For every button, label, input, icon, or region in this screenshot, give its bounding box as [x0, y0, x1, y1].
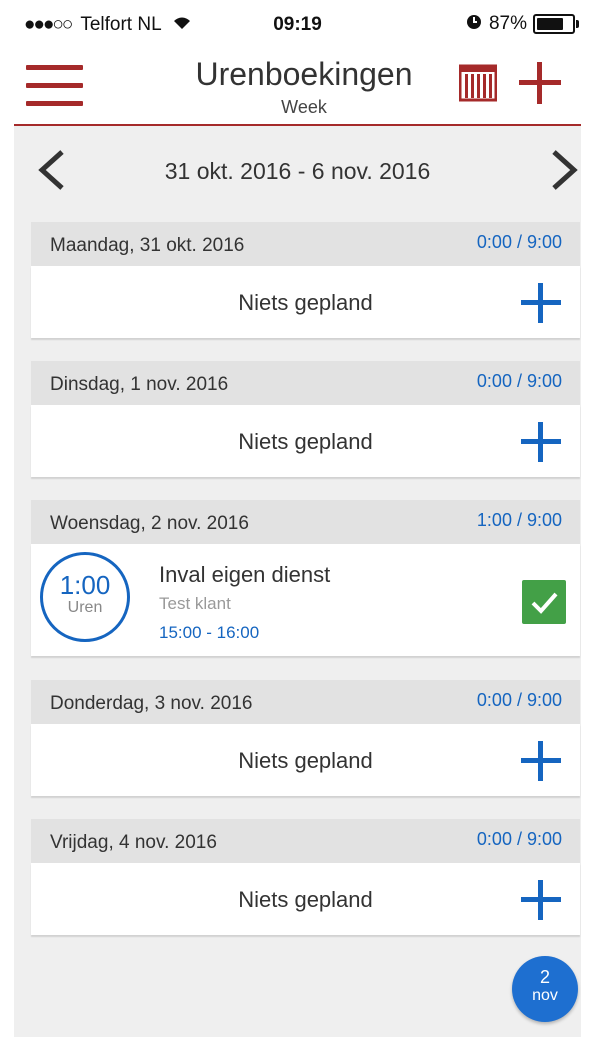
entry-time-range: 15:00 - 16:00 [159, 623, 260, 642]
today-month: nov [532, 987, 558, 1004]
plus-icon [521, 283, 561, 323]
status-bar: ●●●○○ Telfort NL 09:19 87% [14, 0, 581, 48]
day-label: Dinsdag, 1 nov. 2016 [50, 374, 229, 395]
plus-icon [521, 880, 561, 920]
day-header: Donderdag, 3 nov. 2016 0:00 / 9:00 [31, 680, 580, 724]
day-header: Maandag, 31 okt. 2016 0:00 / 9:00 [31, 222, 580, 266]
entry-title: Inval eigen dienst [159, 562, 331, 587]
checkmark-icon [531, 592, 558, 614]
next-week-button[interactable] [544, 148, 581, 192]
plus-icon [521, 741, 561, 781]
day-card-friday: Vrijdag, 4 nov. 2016 0:00 / 9:00 Niets g… [31, 819, 580, 935]
chevron-left-icon [38, 150, 64, 190]
day-header: Woensdag, 2 nov. 2016 1:00 / 9:00 [31, 500, 580, 544]
day-hours: 0:00 / 9:00 [476, 829, 562, 849]
day-header: Dinsdag, 1 nov. 2016 0:00 / 9:00 [31, 361, 580, 405]
day-hours: 0:00 / 9:00 [476, 232, 562, 252]
menu-icon-bar [26, 65, 83, 70]
today-day: 2 [539, 967, 550, 987]
empty-text: Niets gepland [238, 748, 373, 773]
today-button[interactable]: 2 nov [512, 956, 578, 1022]
app-screen: ●●●○○ Telfort NL 09:19 87% Urenboekingen… [14, 0, 581, 1037]
app-header: ●●●○○ Telfort NL 09:19 87% Urenboekingen… [14, 0, 581, 126]
menu-icon-bar [26, 101, 83, 106]
chevron-right-icon [552, 150, 578, 190]
empty-text: Niets gepland [238, 429, 373, 454]
add-entry-button[interactable] [520, 740, 562, 782]
approved-checkbox[interactable] [522, 580, 566, 624]
entry-client: Test klant [159, 594, 231, 613]
day-label: Woensdag, 2 nov. 2016 [50, 513, 249, 534]
day-label: Vrijdag, 4 nov. 2016 [50, 832, 217, 853]
duration-value: 1:00 [59, 570, 111, 600]
battery-percent: 87% [488, 12, 527, 34]
add-entry-button[interactable] [520, 421, 562, 463]
menu-icon-bar [26, 83, 83, 88]
booking-entry[interactable]: 1:00 Uren Inval eigen dienst Test klant … [31, 544, 580, 656]
add-entry-button[interactable] [520, 879, 562, 921]
day-empty-slot: Niets gepland [31, 405, 580, 477]
week-navigation: 31 okt. 2016 - 6 nov. 2016 [14, 140, 581, 200]
battery-icon [533, 13, 579, 34]
empty-text: Niets gepland [238, 887, 373, 912]
page-subtitle: Week [281, 97, 327, 117]
plus-icon [521, 422, 561, 462]
day-label: Maandag, 31 okt. 2016 [50, 235, 245, 256]
previous-week-button[interactable] [32, 148, 72, 192]
day-hours: 1:00 / 9:00 [476, 510, 562, 530]
day-card-monday: Maandag, 31 okt. 2016 0:00 / 9:00 Niets … [31, 222, 580, 338]
day-hours: 0:00 / 9:00 [476, 371, 562, 391]
alarm-icon [465, 12, 483, 35]
calendar-icon [458, 64, 498, 102]
week-range: 31 okt. 2016 - 6 nov. 2016 [164, 158, 431, 184]
day-card-wednesday: Woensdag, 2 nov. 2016 1:00 / 9:00 1:00 U… [31, 500, 580, 656]
empty-text: Niets gepland [238, 290, 373, 315]
day-empty-slot: Niets gepland [31, 724, 580, 796]
day-label: Donderdag, 3 nov. 2016 [50, 693, 253, 714]
duration-circle: 1:00 Uren [40, 552, 130, 642]
day-empty-slot: Niets gepland [31, 266, 580, 338]
menu-button[interactable] [26, 65, 83, 107]
plus-icon [519, 62, 561, 104]
day-card-thursday: Donderdag, 3 nov. 2016 0:00 / 9:00 Niets… [31, 680, 580, 796]
page-title: Urenboekingen [195, 56, 413, 92]
battery-fill [537, 17, 564, 30]
day-card-tuesday: Dinsdag, 1 nov. 2016 0:00 / 9:00 Niets g… [31, 361, 580, 477]
duration-unit: Uren [67, 599, 103, 616]
calendar-view-button[interactable] [458, 64, 498, 102]
day-header: Vrijdag, 4 nov. 2016 0:00 / 9:00 [31, 819, 580, 863]
add-booking-button[interactable] [517, 60, 563, 106]
add-entry-button[interactable] [520, 282, 562, 324]
battery-status: 87% [465, 12, 579, 35]
day-hours: 0:00 / 9:00 [476, 690, 562, 710]
day-empty-slot: Niets gepland [31, 863, 580, 935]
